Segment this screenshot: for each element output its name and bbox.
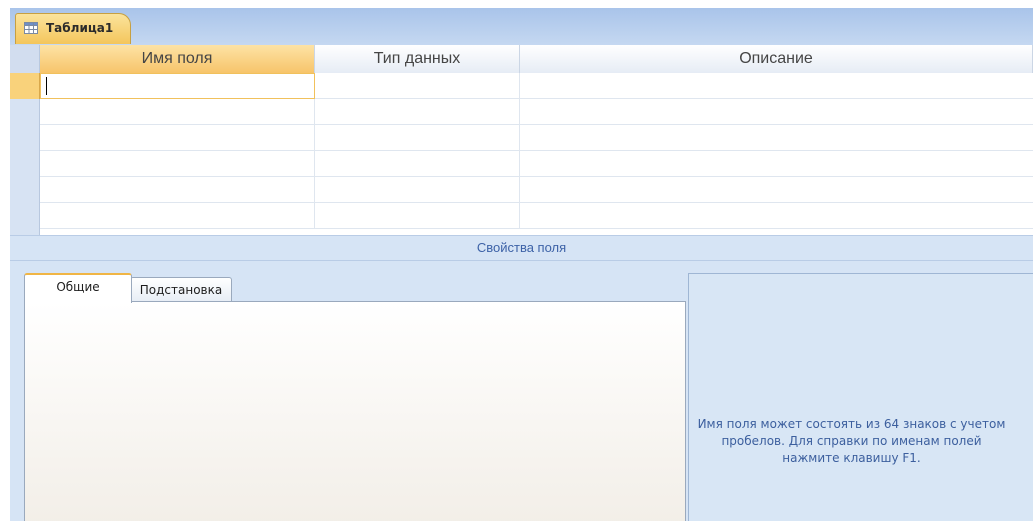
description-cell[interactable] bbox=[520, 73, 1033, 99]
text-cursor bbox=[46, 77, 47, 95]
data-type-cell[interactable] bbox=[315, 151, 520, 177]
data-type-cell[interactable] bbox=[315, 73, 520, 99]
row-selector[interactable] bbox=[10, 203, 40, 229]
row-selector[interactable] bbox=[10, 99, 40, 125]
row-selector[interactable] bbox=[10, 151, 40, 177]
field-properties-title: Свойства поля bbox=[476, 240, 567, 255]
row-selector[interactable] bbox=[10, 177, 40, 203]
table-row bbox=[10, 73, 1033, 99]
field-properties-area: Подстановка Общие Имя поля может состоят… bbox=[10, 261, 1033, 521]
column-header-field-name[interactable]: Имя поля bbox=[40, 45, 315, 73]
data-type-cell[interactable] bbox=[315, 177, 520, 203]
column-header-data-type[interactable]: Тип данных bbox=[315, 45, 520, 73]
field-name-cell[interactable] bbox=[40, 151, 315, 177]
field-name-cell[interactable] bbox=[40, 125, 315, 151]
row-selector[interactable] bbox=[10, 125, 40, 151]
table-row bbox=[10, 99, 1033, 125]
field-name-cell[interactable] bbox=[40, 99, 315, 125]
table-design-window: Таблица1 Имя поля Тип данных Описание Св… bbox=[0, 0, 1033, 521]
description-cell[interactable] bbox=[520, 151, 1033, 177]
document-tab-title: Таблица1 bbox=[46, 21, 114, 35]
table-row bbox=[10, 125, 1033, 151]
description-cell[interactable] bbox=[520, 99, 1033, 125]
description-cell[interactable] bbox=[520, 203, 1033, 229]
left-edge bbox=[0, 0, 10, 521]
data-type-cell[interactable] bbox=[315, 99, 520, 125]
properties-panel bbox=[24, 301, 686, 521]
field-properties-header: Свойства поля bbox=[10, 235, 1033, 261]
field-name-cell[interactable] bbox=[40, 73, 315, 99]
table-icon bbox=[24, 22, 38, 34]
document-tab[interactable]: Таблица1 bbox=[15, 13, 131, 44]
data-type-cell[interactable] bbox=[315, 125, 520, 151]
field-design-grid: Имя поля Тип данных Описание bbox=[10, 45, 1033, 235]
table-row bbox=[10, 151, 1033, 177]
table-row bbox=[10, 203, 1033, 229]
select-all-corner[interactable] bbox=[10, 45, 40, 73]
description-cell[interactable] bbox=[520, 177, 1033, 203]
help-panel: Имя поля может состоять из 64 знаков с у… bbox=[688, 273, 1033, 521]
tab-general[interactable]: Общие bbox=[24, 273, 132, 303]
field-name-cell[interactable] bbox=[40, 203, 315, 229]
tab-lookup[interactable]: Подстановка bbox=[130, 277, 232, 302]
description-cell[interactable] bbox=[520, 125, 1033, 151]
document-tab-bar: Таблица1 bbox=[10, 8, 1033, 46]
table-row bbox=[10, 177, 1033, 203]
help-text: Имя поля может состоять из 64 знаков с у… bbox=[697, 417, 1006, 465]
row-selector[interactable] bbox=[10, 73, 40, 99]
column-header-description[interactable]: Описание bbox=[520, 45, 1033, 73]
data-type-cell[interactable] bbox=[315, 203, 520, 229]
field-name-cell[interactable] bbox=[40, 177, 315, 203]
grid-header-row: Имя поля Тип данных Описание bbox=[10, 45, 1033, 73]
